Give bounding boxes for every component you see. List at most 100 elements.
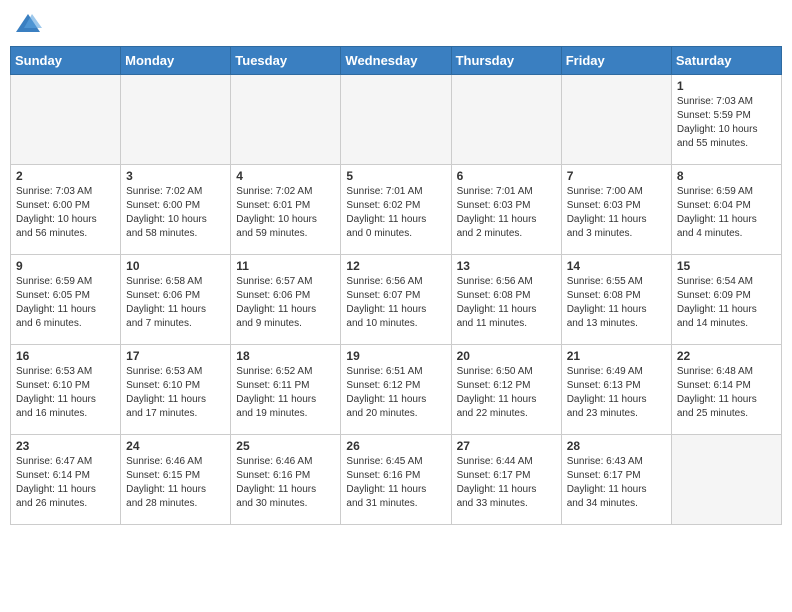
day-info: Sunrise: 6:53 AM Sunset: 6:10 PM Dayligh… — [126, 365, 225, 421]
day-number: 15 — [677, 259, 776, 273]
calendar-day-cell: 28 Sunrise: 6:43 AM Sunset: 6:17 PM Dayli… — [561, 435, 671, 525]
calendar-day-cell: 13 Sunrise: 6:56 AM Sunset: 6:08 PM Dayli… — [451, 255, 561, 345]
page-header — [10, 10, 782, 38]
day-number: 6 — [457, 169, 556, 183]
calendar-day-cell: 15 Sunrise: 6:54 AM Sunset: 6:09 PM Dayli… — [671, 255, 781, 345]
calendar-day-cell: 10 Sunrise: 6:58 AM Sunset: 6:06 PM Dayli… — [121, 255, 231, 345]
day-number: 19 — [346, 349, 445, 363]
calendar-day-cell: 22 Sunrise: 6:48 AM Sunset: 6:14 PM Dayli… — [671, 345, 781, 435]
day-number: 21 — [567, 349, 666, 363]
weekday-header-tuesday: Tuesday — [231, 47, 341, 75]
calendar-day-cell: 14 Sunrise: 6:55 AM Sunset: 6:08 PM Dayli… — [561, 255, 671, 345]
day-info: Sunrise: 7:00 AM Sunset: 6:03 PM Dayligh… — [567, 185, 666, 241]
calendar-day-cell: 3Sunrise: 7:02 AM Sunset: 6:00 PM Daylig… — [121, 165, 231, 255]
day-number: 9 — [16, 259, 115, 273]
day-number: 17 — [126, 349, 225, 363]
day-number: 23 — [16, 439, 115, 453]
weekday-header-monday: Monday — [121, 47, 231, 75]
calendar-day-cell: 26 Sunrise: 6:45 AM Sunset: 6:16 PM Dayli… — [341, 435, 451, 525]
day-number: 22 — [677, 349, 776, 363]
day-number: 3 — [126, 169, 225, 183]
day-info: Sunrise: 7:03 AM Sunset: 6:00 PM Dayligh… — [16, 185, 115, 241]
calendar-day-cell: 12 Sunrise: 6:56 AM Sunset: 6:07 PM Dayli… — [341, 255, 451, 345]
calendar-day-cell: 11 Sunrise: 6:57 AM Sunset: 6:06 PM Dayli… — [231, 255, 341, 345]
calendar-day-cell: 24 Sunrise: 6:46 AM Sunset: 6:15 PM Dayli… — [121, 435, 231, 525]
day-number: 28 — [567, 439, 666, 453]
day-number: 14 — [567, 259, 666, 273]
day-info: Sunrise: 6:59 AM Sunset: 6:05 PM Dayligh… — [16, 275, 115, 331]
calendar-week-4: 16 Sunrise: 6:53 AM Sunset: 6:10 PM Dayli… — [11, 345, 782, 435]
day-number: 8 — [677, 169, 776, 183]
day-info: Sunrise: 6:49 AM Sunset: 6:13 PM Dayligh… — [567, 365, 666, 421]
day-info: Sunrise: 6:54 AM Sunset: 6:09 PM Dayligh… — [677, 275, 776, 331]
day-info: Sunrise: 6:59 AM Sunset: 6:04 PM Dayligh… — [677, 185, 776, 241]
calendar-day-cell — [11, 75, 121, 165]
day-info: Sunrise: 6:51 AM Sunset: 6:12 PM Dayligh… — [346, 365, 445, 421]
day-number: 4 — [236, 169, 335, 183]
day-info: Sunrise: 6:47 AM Sunset: 6:14 PM Dayligh… — [16, 455, 115, 511]
day-info: Sunrise: 6:46 AM Sunset: 6:15 PM Dayligh… — [126, 455, 225, 511]
day-info: Sunrise: 7:01 AM Sunset: 6:02 PM Dayligh… — [346, 185, 445, 241]
day-number: 13 — [457, 259, 556, 273]
calendar-week-1: 1 Sunrise: 7:03 AM Sunset: 5:59 PM Daylig… — [11, 75, 782, 165]
calendar-day-cell: 7Sunrise: 7:00 AM Sunset: 6:03 PM Daylig… — [561, 165, 671, 255]
day-info: Sunrise: 7:01 AM Sunset: 6:03 PM Dayligh… — [457, 185, 556, 241]
day-number: 10 — [126, 259, 225, 273]
day-info: Sunrise: 6:52 AM Sunset: 6:11 PM Dayligh… — [236, 365, 335, 421]
weekday-header-thursday: Thursday — [451, 47, 561, 75]
day-number: 1 — [677, 79, 776, 93]
day-info: Sunrise: 6:57 AM Sunset: 6:06 PM Dayligh… — [236, 275, 335, 331]
day-info: Sunrise: 6:48 AM Sunset: 6:14 PM Dayligh… — [677, 365, 776, 421]
calendar-week-5: 23 Sunrise: 6:47 AM Sunset: 6:14 PM Dayli… — [11, 435, 782, 525]
calendar-day-cell: 2 Sunrise: 7:03 AM Sunset: 6:00 PM Daylig… — [11, 165, 121, 255]
day-info: Sunrise: 6:56 AM Sunset: 6:07 PM Dayligh… — [346, 275, 445, 331]
calendar-day-cell — [561, 75, 671, 165]
calendar-day-cell: 20 Sunrise: 6:50 AM Sunset: 6:12 PM Dayli… — [451, 345, 561, 435]
calendar-day-cell: 21 Sunrise: 6:49 AM Sunset: 6:13 PM Dayli… — [561, 345, 671, 435]
calendar-day-cell: 1 Sunrise: 7:03 AM Sunset: 5:59 PM Daylig… — [671, 75, 781, 165]
day-number: 25 — [236, 439, 335, 453]
weekday-header-friday: Friday — [561, 47, 671, 75]
calendar-table: SundayMondayTuesdayWednesdayThursdayFrid… — [10, 46, 782, 525]
calendar-day-cell: 16 Sunrise: 6:53 AM Sunset: 6:10 PM Dayli… — [11, 345, 121, 435]
weekday-header-row: SundayMondayTuesdayWednesdayThursdayFrid… — [11, 47, 782, 75]
calendar-day-cell: 25 Sunrise: 6:46 AM Sunset: 6:16 PM Dayli… — [231, 435, 341, 525]
day-number: 26 — [346, 439, 445, 453]
day-info: Sunrise: 6:55 AM Sunset: 6:08 PM Dayligh… — [567, 275, 666, 331]
day-number: 20 — [457, 349, 556, 363]
calendar-day-cell — [231, 75, 341, 165]
calendar-day-cell: 19 Sunrise: 6:51 AM Sunset: 6:12 PM Dayli… — [341, 345, 451, 435]
calendar-day-cell: 18Sunrise: 6:52 AM Sunset: 6:11 PM Dayli… — [231, 345, 341, 435]
day-info: Sunrise: 6:43 AM Sunset: 6:17 PM Dayligh… — [567, 455, 666, 511]
calendar-day-cell — [341, 75, 451, 165]
day-info: Sunrise: 6:44 AM Sunset: 6:17 PM Dayligh… — [457, 455, 556, 511]
calendar-week-2: 2 Sunrise: 7:03 AM Sunset: 6:00 PM Daylig… — [11, 165, 782, 255]
day-info: Sunrise: 6:58 AM Sunset: 6:06 PM Dayligh… — [126, 275, 225, 331]
logo-icon — [14, 10, 42, 38]
logo — [14, 10, 44, 38]
calendar-day-cell: 8 Sunrise: 6:59 AM Sunset: 6:04 PM Daylig… — [671, 165, 781, 255]
calendar-day-cell: 9 Sunrise: 6:59 AM Sunset: 6:05 PM Daylig… — [11, 255, 121, 345]
calendar-day-cell — [121, 75, 231, 165]
day-info: Sunrise: 6:53 AM Sunset: 6:10 PM Dayligh… — [16, 365, 115, 421]
day-number: 11 — [236, 259, 335, 273]
day-number: 12 — [346, 259, 445, 273]
calendar-day-cell: 17 Sunrise: 6:53 AM Sunset: 6:10 PM Dayli… — [121, 345, 231, 435]
day-info: Sunrise: 6:50 AM Sunset: 6:12 PM Dayligh… — [457, 365, 556, 421]
day-number: 2 — [16, 169, 115, 183]
calendar-day-cell — [671, 435, 781, 525]
day-number: 16 — [16, 349, 115, 363]
day-number: 27 — [457, 439, 556, 453]
day-info: Sunrise: 7:03 AM Sunset: 5:59 PM Dayligh… — [677, 95, 776, 151]
day-number: 5 — [346, 169, 445, 183]
calendar-week-3: 9 Sunrise: 6:59 AM Sunset: 6:05 PM Daylig… — [11, 255, 782, 345]
day-info: Sunrise: 6:46 AM Sunset: 6:16 PM Dayligh… — [236, 455, 335, 511]
weekday-header-saturday: Saturday — [671, 47, 781, 75]
day-info: Sunrise: 6:56 AM Sunset: 6:08 PM Dayligh… — [457, 275, 556, 331]
calendar-day-cell — [451, 75, 561, 165]
day-info: Sunrise: 6:45 AM Sunset: 6:16 PM Dayligh… — [346, 455, 445, 511]
calendar-day-cell: 23 Sunrise: 6:47 AM Sunset: 6:14 PM Dayli… — [11, 435, 121, 525]
calendar-day-cell: 4Sunrise: 7:02 AM Sunset: 6:01 PM Daylig… — [231, 165, 341, 255]
calendar-day-cell: 5 Sunrise: 7:01 AM Sunset: 6:02 PM Daylig… — [341, 165, 451, 255]
day-number: 24 — [126, 439, 225, 453]
